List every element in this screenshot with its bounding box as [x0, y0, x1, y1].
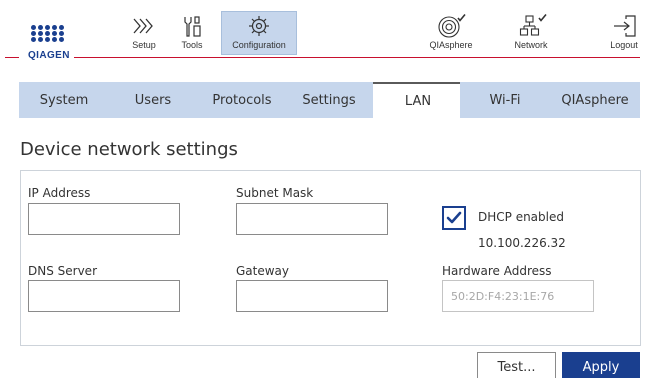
network-settings-panel [20, 170, 641, 346]
tab-lan[interactable]: LAN [373, 82, 463, 118]
hardware-address-field [442, 280, 594, 312]
page-title: Device network settings [20, 139, 238, 160]
nav-qiasphere-label: QIAsphere [429, 40, 473, 50]
nav-setup-label: Setup [132, 40, 156, 50]
tab-system[interactable]: System [19, 82, 109, 118]
chevrons-right-icon [133, 18, 153, 34]
tab-users[interactable]: Users [108, 82, 198, 118]
test-button[interactable]: Test... [477, 352, 556, 378]
network-connected-icon [519, 14, 547, 36]
hardware-address-label: Hardware Address [442, 264, 552, 278]
gateway-field[interactable] [236, 280, 388, 312]
header-accent-line [74, 57, 640, 58]
tools-icon [184, 16, 201, 37]
qiasphere-connected-icon [438, 14, 466, 38]
nav-network-label: Network [514, 40, 548, 50]
dns-server-label: DNS Server [28, 264, 97, 278]
qiagen-logo-text: QIAGEN [28, 50, 70, 61]
tab-settings[interactable]: Settings [284, 82, 374, 118]
top-bar: QIAGEN Setup Tools Configuration QIAsphe… [0, 0, 650, 66]
nav-qiasphere-button[interactable]: QIAsphere [420, 12, 482, 54]
qiagen-logo-dots [31, 25, 64, 43]
nav-logout-button[interactable]: Logout [602, 12, 646, 54]
tab-wifi[interactable]: Wi-Fi [460, 82, 550, 118]
tab-qiasphere[interactable]: QIAsphere [550, 82, 640, 118]
header-accent-line-left [5, 57, 19, 58]
nav-tools-label: Tools [181, 40, 203, 50]
ip-address-label: IP Address [28, 186, 91, 200]
nav-tools-button[interactable]: Tools [172, 12, 212, 54]
qiagen-logo: QIAGEN [20, 16, 72, 61]
dhcp-label: DHCP enabled [478, 210, 564, 224]
nav-configuration-button[interactable]: Configuration [221, 11, 297, 55]
nav-configuration-label: Configuration [232, 40, 286, 50]
apply-button[interactable]: Apply [562, 352, 640, 378]
dhcp-checkbox[interactable] [442, 206, 466, 230]
subnet-mask-label: Subnet Mask [236, 186, 314, 200]
subnet-mask-field[interactable] [236, 203, 388, 235]
dhcp-address: 10.100.226.32 [478, 236, 566, 250]
logout-icon [614, 15, 636, 37]
ip-address-field[interactable] [28, 203, 180, 235]
nav-logout-label: Logout [610, 40, 638, 50]
checkmark-icon [446, 211, 462, 224]
nav-setup-button[interactable]: Setup [119, 12, 169, 54]
dns-server-field[interactable] [28, 280, 180, 312]
tab-protocols[interactable]: Protocols [197, 82, 287, 118]
gateway-label: Gateway [236, 264, 290, 278]
gear-icon [249, 16, 269, 36]
nav-network-button[interactable]: Network [503, 12, 559, 54]
